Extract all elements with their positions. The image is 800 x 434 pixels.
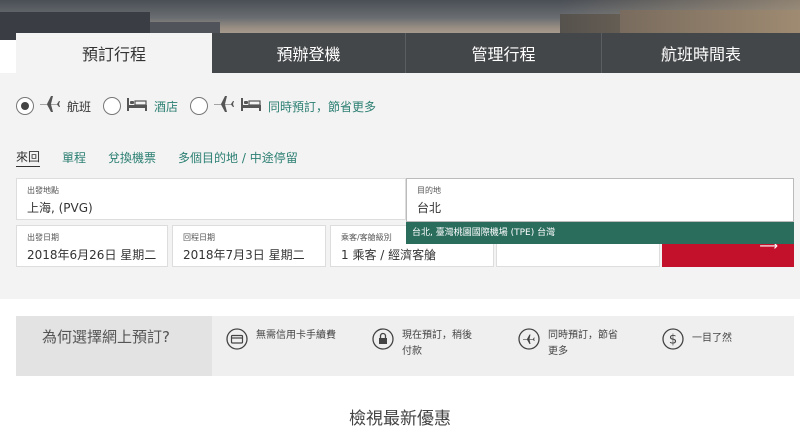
origin-value: 上海, (PVG)	[27, 201, 93, 215]
destination-value: 台北	[417, 201, 442, 215]
return-date-label: 回程日期	[183, 233, 215, 242]
feature-text: 一目了然	[692, 333, 732, 344]
credit-card-icon	[226, 328, 248, 354]
why-title: 為何選擇網上預訂?	[16, 316, 212, 376]
feature-pay-later: 現在預訂，稍後付款	[372, 328, 476, 360]
svg-text:$: $	[669, 333, 677, 348]
latest-offers-title: 檢視最新優惠	[349, 409, 451, 429]
dollar-icon: $	[662, 328, 684, 354]
passengers-value: 1 乘客 / 經濟客艙	[341, 248, 437, 262]
origin-field[interactable]: 出發地點 上海, (PVG)	[16, 178, 406, 220]
passengers-label: 乘客/客艙級別	[341, 233, 392, 242]
tab-timetable[interactable]: 航班時間表	[602, 33, 800, 73]
destination-field[interactable]: 目的地 台北	[406, 178, 794, 222]
trip-redeem[interactable]: 兌換機票	[108, 149, 156, 166]
booking-type-options: 航班 酒店 同時預訂，節省更多	[16, 94, 388, 118]
option-hotel-label: 酒店	[154, 99, 179, 114]
depart-date-field[interactable]: 出發日期 2018年6月26日 星期二	[16, 225, 168, 267]
destination-suggestion[interactable]: 台北, 臺灣桃園國際機場 (TPE) 台灣	[406, 222, 794, 244]
tab-book-trip[interactable]: 預訂行程	[16, 33, 212, 73]
feature-no-card-fee: 無需信用卡手續費	[226, 328, 346, 354]
trip-round-trip[interactable]: 來回	[16, 148, 41, 167]
bed-icon	[240, 96, 262, 116]
why-book-online: 為何選擇網上預訂? 無需信用卡手續費 現在預訂，稍後付款 同時預訂，節省更多 $…	[16, 316, 794, 376]
hotel-radio[interactable]	[103, 97, 122, 115]
tab-manage-trip[interactable]: 管理行程	[406, 33, 602, 73]
flight-radio[interactable]	[16, 97, 34, 115]
destination-label: 目的地	[417, 186, 441, 195]
depart-date-value: 2018年6月26日 星期二	[27, 248, 157, 262]
plane-icon	[213, 94, 235, 118]
feature-text: 現在預訂，稍後付款	[402, 330, 472, 357]
tab-check-in[interactable]: 預辦登機	[212, 33, 406, 73]
feature-text: 同時預訂，節省更多	[548, 330, 618, 357]
feature-bundle-save: 同時預訂，節省更多	[518, 328, 622, 360]
booking-tabs: 預訂行程 預辦登機 管理行程 航班時間表	[16, 33, 800, 73]
trip-one-way[interactable]: 單程	[62, 149, 86, 166]
trip-type-tabs: 來回 單程 兌換機票 多個目的地 / 中途停留	[16, 148, 320, 167]
plane-icon	[39, 94, 61, 118]
option-flight[interactable]: 航班	[16, 94, 91, 118]
depart-date-label: 出發日期	[27, 233, 59, 242]
bundle-radio[interactable]	[190, 97, 209, 115]
origin-label: 出發地點	[27, 186, 59, 195]
bed-icon	[126, 96, 148, 116]
trip-multi-city[interactable]: 多個目的地 / 中途停留	[178, 149, 298, 166]
option-flight-label: 航班	[67, 99, 92, 114]
feature-transparent: $ 一目了然	[662, 328, 782, 354]
feature-text: 無需信用卡手續費	[256, 330, 336, 341]
return-date-value: 2018年7月3日 星期二	[183, 248, 305, 262]
plane-icon	[518, 328, 540, 354]
return-date-field[interactable]: 回程日期 2018年7月3日 星期二	[172, 225, 326, 267]
option-bundle[interactable]: 同時預訂，節省更多	[190, 94, 376, 118]
option-hotel[interactable]: 酒店	[103, 96, 178, 116]
option-bundle-label: 同時預訂，節省更多	[268, 99, 377, 114]
lock-icon	[372, 328, 394, 354]
